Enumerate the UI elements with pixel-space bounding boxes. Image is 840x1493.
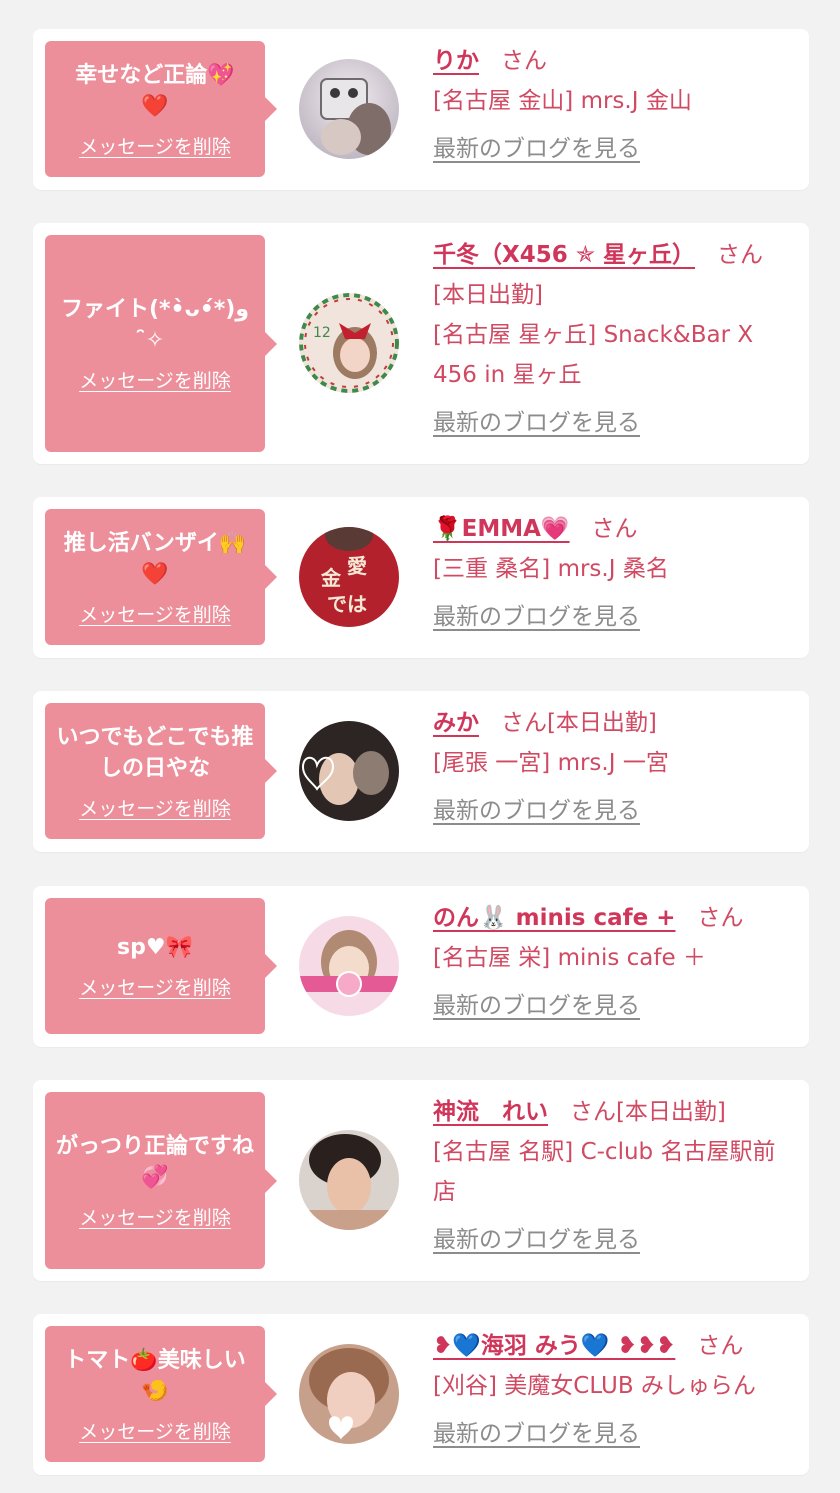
- message-bubble: 推し活バンザイ🙌 ❤️ メッセージを削除: [45, 509, 277, 645]
- cast-name-link[interactable]: 🌹EMMA💗: [433, 516, 570, 542]
- entry-info: 神流 れい さん[本日出勤] [名古屋 名駅] C-club 名古屋駅前店 最新…: [433, 1092, 785, 1260]
- message-text: がっつり正論ですね💞: [55, 1134, 254, 1190]
- latest-blog-link[interactable]: 最新のブログを見る: [433, 403, 640, 443]
- shop-name: [刈谷] 美魔女CLUB みしゅらん: [433, 1373, 756, 1399]
- delete-message-link[interactable]: メッセージを削除: [79, 1203, 231, 1230]
- latest-blog-link[interactable]: 最新のブログを見る: [433, 1220, 640, 1260]
- list-item: ファイト(*•̀ᴗ•́*)و ̑̑✧ メッセージを削除 12 千冬（X456 ✯…: [33, 223, 809, 464]
- cast-name-link[interactable]: ❥💙海羽 みう💙 ❥❥❥: [433, 1333, 675, 1359]
- list-item: 推し活バンザイ🙌 ❤️ メッセージを削除 金 愛 では 🌹EMMA💗 さん [三…: [33, 497, 809, 658]
- message-text: 推し活バンザイ🙌 ❤️: [63, 530, 247, 587]
- entry-info: 🌹EMMA💗 さん [三重 桑名] mrs.J 桑名 最新のブログを見る: [433, 509, 785, 637]
- cast-name-link[interactable]: りか: [433, 48, 479, 74]
- message-text: ファイト(*•̀ᴗ•́*)و ̑̑✧: [60, 297, 250, 353]
- delete-message-link[interactable]: メッセージを削除: [79, 794, 231, 821]
- cast-name-link[interactable]: みか: [433, 710, 479, 736]
- delete-message-link[interactable]: メッセージを削除: [79, 973, 231, 1000]
- latest-blog-link[interactable]: 最新のブログを見る: [433, 1414, 640, 1454]
- shop-name: [尾張 一宮] mrs.J 一宮: [433, 750, 669, 776]
- latest-blog-link[interactable]: 最新のブログを見る: [433, 597, 640, 637]
- entry-info: 千冬（X456 ✯ 星ヶ丘） さん[本日出勤] [名古屋 星ヶ丘] Snack&…: [433, 235, 785, 443]
- svg-text:12: 12: [313, 325, 331, 341]
- svg-text:金: 金: [320, 566, 342, 590]
- delete-message-link[interactable]: メッセージを削除: [79, 366, 231, 393]
- list-item: sp♥🎀 メッセージを削除 のん🐰 minis cafe + さん [名古屋 栄…: [33, 886, 809, 1047]
- avatar[interactable]: 12: [299, 293, 399, 393]
- list-item: がっつり正論ですね💞 メッセージを削除 神流 れい さん[本日出勤] [名古屋 …: [33, 1080, 809, 1281]
- name-suffix: さん: [500, 48, 547, 74]
- latest-blog-link[interactable]: 最新のブログを見る: [433, 986, 640, 1026]
- message-list: 幸せなど正論💖 ❤️ メッセージを削除 りか さん [名古屋 金山] mrs.J…: [0, 0, 840, 1493]
- message-bubble: sp♥🎀 メッセージを削除: [45, 898, 277, 1034]
- name-suffix: さん[本日出勤]: [569, 1099, 726, 1125]
- message-bubble: トマト🍅美味しい 🍤 メッセージを削除: [45, 1326, 277, 1462]
- list-item: 幸せなど正論💖 ❤️ メッセージを削除 りか さん [名古屋 金山] mrs.J…: [33, 29, 809, 190]
- entry-info: ❥💙海羽 みう💙 ❥❥❥ さん [刈谷] 美魔女CLUB みしゅらん 最新のブロ…: [433, 1326, 785, 1454]
- delete-message-link[interactable]: メッセージを削除: [79, 132, 231, 159]
- shop-name: [名古屋 名駅] C-club 名古屋駅前店: [433, 1139, 776, 1205]
- name-suffix: さん: [697, 905, 744, 931]
- avatar[interactable]: [299, 1130, 399, 1230]
- shop-name: [名古屋 星ヶ丘] Snack&Bar X 456 in 星ヶ丘: [433, 322, 754, 388]
- list-item: いつでもどこでも推しの日やな メッセージを削除 みか さん[本日出勤] [尾張 …: [33, 691, 809, 852]
- entry-info: りか さん [名古屋 金山] mrs.J 金山 最新のブログを見る: [433, 41, 785, 169]
- list-item: トマト🍅美味しい 🍤 メッセージを削除 ❥💙海羽 みう💙 ❥❥❥ さん [刈谷]…: [33, 1314, 809, 1475]
- message-bubble: ファイト(*•̀ᴗ•́*)و ̑̑✧ メッセージを削除: [45, 235, 277, 452]
- latest-blog-link[interactable]: 最新のブログを見る: [433, 791, 640, 831]
- message-text: 幸せなど正論💖 ❤️: [75, 62, 235, 119]
- shop-name: [名古屋 金山] mrs.J 金山: [433, 88, 692, 114]
- shop-name: [三重 桑名] mrs.J 桑名: [433, 556, 669, 582]
- cast-name-link[interactable]: 千冬（X456 ✯ 星ヶ丘）: [433, 242, 695, 268]
- message-text: トマト🍅美味しい 🍤: [64, 1347, 246, 1404]
- avatar[interactable]: [299, 59, 399, 159]
- avatar[interactable]: [299, 1344, 399, 1444]
- latest-blog-link[interactable]: 最新のブログを見る: [433, 129, 640, 169]
- message-bubble: がっつり正論ですね💞 メッセージを削除: [45, 1092, 277, 1269]
- name-suffix: さん: [697, 1333, 744, 1359]
- message-text: いつでもどこでも推しの日やな: [56, 724, 254, 781]
- cast-name-link[interactable]: 神流 れい: [433, 1099, 548, 1125]
- name-suffix: さん[本日出勤]: [500, 710, 657, 736]
- avatar[interactable]: 金 愛 では: [299, 527, 399, 627]
- avatar[interactable]: [299, 916, 399, 1016]
- cast-name-link[interactable]: のん🐰 minis cafe +: [433, 905, 676, 931]
- entry-info: みか さん[本日出勤] [尾張 一宮] mrs.J 一宮 最新のブログを見る: [433, 703, 785, 831]
- name-suffix: さん: [591, 516, 638, 542]
- avatar[interactable]: [299, 721, 399, 821]
- delete-message-link[interactable]: メッセージを削除: [79, 1417, 231, 1444]
- entry-info: のん🐰 minis cafe + さん [名古屋 栄] minis cafe ＋…: [433, 898, 785, 1026]
- message-bubble: 幸せなど正論💖 ❤️ メッセージを削除: [45, 41, 277, 177]
- message-bubble: いつでもどこでも推しの日やな メッセージを削除: [45, 703, 277, 839]
- svg-text:では: では: [327, 592, 367, 616]
- shop-name: [名古屋 栄] minis cafe ＋: [433, 945, 706, 971]
- svg-text:愛: 愛: [347, 554, 367, 578]
- message-text: sp♥🎀: [117, 935, 193, 960]
- delete-message-link[interactable]: メッセージを削除: [79, 600, 231, 627]
